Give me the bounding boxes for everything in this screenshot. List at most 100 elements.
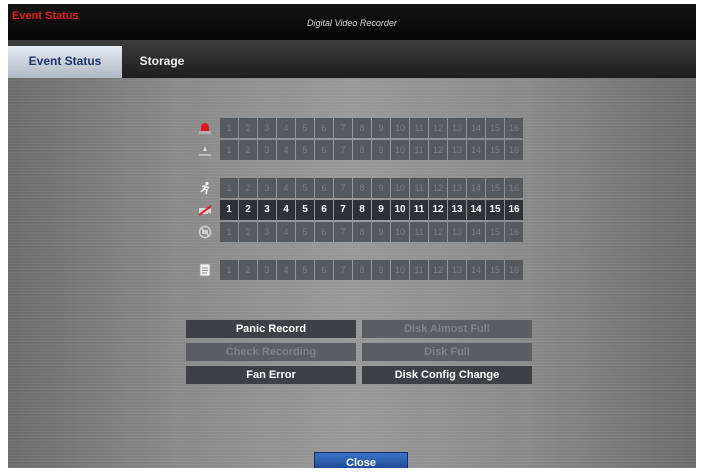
channel-cell: 15 xyxy=(486,178,504,198)
channel-cell: 12 xyxy=(429,260,447,280)
channel-cell: 13 xyxy=(448,200,466,220)
channel-cell: 4 xyxy=(277,222,295,242)
channel-cell: 6 xyxy=(315,140,333,160)
fan-error-status: Fan Error xyxy=(186,366,356,384)
channel-cell: 16 xyxy=(505,222,523,242)
channel-cell: 16 xyxy=(505,260,523,280)
channel-cell: 9 xyxy=(372,140,390,160)
channel-cell: 11 xyxy=(410,200,428,220)
channel-cell: 14 xyxy=(467,140,485,160)
channel-cell: 12 xyxy=(429,222,447,242)
alarm-light-icon xyxy=(199,123,211,134)
channel-cell: 8 xyxy=(353,118,371,138)
channel-cell: 15 xyxy=(486,200,504,220)
channel-cell: 8 xyxy=(353,178,371,198)
channel-cell: 13 xyxy=(448,222,466,242)
channel-cell: 12 xyxy=(429,178,447,198)
channel-cell: 11 xyxy=(410,140,428,160)
channel-cell: 10 xyxy=(391,200,409,220)
channel-cell: 2 xyxy=(239,178,257,198)
title-bar: Event Status Digital Video Recorder xyxy=(8,4,696,40)
channel-cell: 4 xyxy=(277,200,295,220)
channel-cell: 15 xyxy=(486,140,504,160)
channel-cell: 11 xyxy=(410,178,428,198)
channel-cell: 3 xyxy=(258,178,276,198)
channel-cell: 8 xyxy=(353,222,371,242)
channel-cell: 14 xyxy=(467,260,485,280)
channel-cell: 5 xyxy=(296,178,314,198)
channel-cell: 16 xyxy=(505,178,523,198)
channel-cell: 7 xyxy=(334,222,352,242)
channel-cell: 4 xyxy=(277,140,295,160)
channel-cell: 12 xyxy=(429,200,447,220)
check-recording-status: Check Recording xyxy=(186,343,356,361)
channel-cell: 2 xyxy=(239,260,257,280)
channel-cell: 7 xyxy=(334,260,352,280)
channel-cell: 8 xyxy=(353,200,371,220)
tab-event-status[interactable]: Event Status xyxy=(8,46,122,78)
channel-cell: 13 xyxy=(448,178,466,198)
text-in-document-icon xyxy=(199,263,211,277)
channel-cell: 1 xyxy=(220,178,238,198)
channel-cell: 2 xyxy=(239,200,257,220)
channel-cell: 4 xyxy=(277,260,295,280)
motion-running-man-icon xyxy=(200,181,210,195)
channel-cell: 15 xyxy=(486,260,504,280)
channel-cell: 1 xyxy=(220,260,238,280)
channel-cell: 10 xyxy=(391,260,409,280)
channel-cell: 16 xyxy=(505,140,523,160)
alarm-out-channels: 1 2 3 4 5 6 7 8 9 10 11 12 13 14 15 16 xyxy=(220,140,523,160)
channel-cell: 9 xyxy=(372,200,390,220)
channel-cell: 13 xyxy=(448,260,466,280)
channel-cell: 9 xyxy=(372,260,390,280)
channel-cell: 10 xyxy=(391,118,409,138)
channel-cell: 6 xyxy=(315,260,333,280)
channel-cell: 11 xyxy=(410,222,428,242)
channel-cell: 14 xyxy=(467,200,485,220)
disk-full-status: Disk Full xyxy=(362,343,532,361)
channel-cell: 5 xyxy=(296,200,314,220)
channel-cell: 13 xyxy=(448,140,466,160)
tampering-icon xyxy=(198,225,212,239)
window-title: Digital Video Recorder xyxy=(307,18,397,28)
channel-cell: 9 xyxy=(372,178,390,198)
channel-cell: 11 xyxy=(410,118,428,138)
channel-cell: 2 xyxy=(239,118,257,138)
text-in-channels: 1 2 3 4 5 6 7 8 9 10 11 12 13 14 15 16 xyxy=(220,260,523,280)
channel-cell: 7 xyxy=(334,118,352,138)
channel-cell: 9 xyxy=(372,118,390,138)
dvr-window: Event Status Digital Video Recorder Even… xyxy=(8,4,696,468)
channel-cell: 6 xyxy=(315,118,333,138)
channel-cell: 13 xyxy=(448,118,466,138)
channel-cell: 6 xyxy=(315,222,333,242)
channel-cell: 1 xyxy=(220,140,238,160)
channel-cell: 5 xyxy=(296,118,314,138)
channel-cell: 3 xyxy=(258,222,276,242)
channel-cell: 5 xyxy=(296,222,314,242)
channel-cell: 4 xyxy=(277,118,295,138)
alarm-out-icon xyxy=(199,145,211,156)
channel-cell: 15 xyxy=(486,118,504,138)
channel-cell: 10 xyxy=(391,140,409,160)
tab-storage[interactable]: Storage xyxy=(122,46,202,78)
channel-cell: 15 xyxy=(486,222,504,242)
tab-bar: Event Status Storage xyxy=(8,40,696,78)
channel-cell: 1 xyxy=(220,118,238,138)
close-button[interactable]: Close xyxy=(314,452,408,468)
video-loss-channels: 1 2 3 4 5 6 7 8 9 10 11 12 13 14 15 16 xyxy=(220,200,523,220)
motion-channels: 1 2 3 4 5 6 7 8 9 10 11 12 13 14 15 16 xyxy=(220,178,523,198)
disk-almost-full-status: Disk Almost Full xyxy=(362,320,532,338)
video-loss-camera-icon xyxy=(198,205,212,216)
panic-record-status: Panic Record xyxy=(186,320,356,338)
channel-cell: 5 xyxy=(296,260,314,280)
channel-cell: 7 xyxy=(334,200,352,220)
channel-cell: 5 xyxy=(296,140,314,160)
channel-cell: 10 xyxy=(391,222,409,242)
channel-cell: 16 xyxy=(505,118,523,138)
channel-cell: 2 xyxy=(239,222,257,242)
channel-cell: 14 xyxy=(467,222,485,242)
disk-config-change-status: Disk Config Change xyxy=(362,366,532,384)
channel-cell: 1 xyxy=(220,222,238,242)
channel-cell: 8 xyxy=(353,260,371,280)
channel-cell: 14 xyxy=(467,118,485,138)
